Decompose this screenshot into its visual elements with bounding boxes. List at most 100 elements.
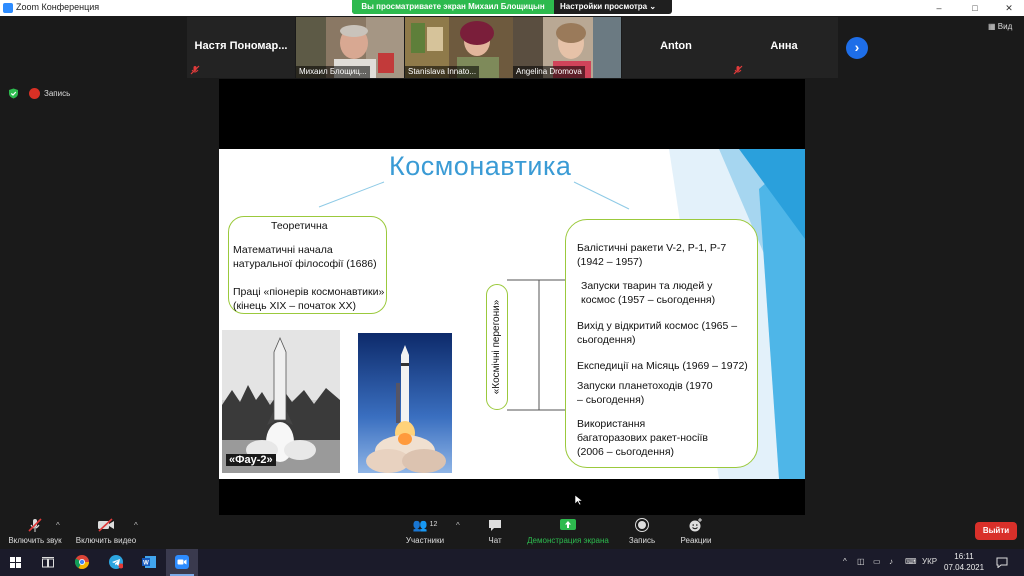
audio-options-caret[interactable]: ^ bbox=[56, 521, 60, 530]
notifications-icon[interactable] bbox=[996, 557, 1008, 568]
event-line: – сьогодення) bbox=[577, 394, 645, 406]
video-options-caret[interactable]: ^ bbox=[134, 521, 138, 530]
zoom-icon bbox=[175, 555, 189, 569]
falcon-rocket-photo bbox=[358, 333, 452, 473]
theory-line: (кінець XIX – початок XX) bbox=[233, 300, 356, 312]
participant-tile[interactable]: Anton bbox=[622, 17, 730, 78]
mic-off-icon bbox=[28, 518, 42, 532]
event-line: Вихід у відкритий космос (1965 – bbox=[577, 320, 738, 332]
v2-rocket-photo: «Фау-2» bbox=[222, 330, 340, 473]
leave-meeting-button[interactable]: Выйти bbox=[975, 522, 1017, 540]
view-button-label: Вид bbox=[997, 22, 1013, 31]
clock-time: 16:11 bbox=[954, 552, 974, 561]
volume-icon[interactable]: ♪ bbox=[889, 557, 893, 566]
word-icon: W bbox=[142, 556, 156, 568]
chevron-down-icon: ⌄ bbox=[649, 2, 657, 11]
theory-line: натуральної філософії (1686) bbox=[233, 258, 377, 270]
falcon-rocket-image bbox=[358, 333, 452, 473]
security-shield-icon[interactable] bbox=[8, 88, 19, 99]
tray-overflow-icon[interactable]: ^ bbox=[843, 557, 847, 566]
participants-button[interactable]: 👥 12 Участники bbox=[400, 515, 450, 545]
chrome-icon bbox=[75, 555, 89, 569]
mouse-cursor-icon bbox=[575, 495, 583, 505]
event-line: Балістичні ракети V-2, Р-1, Р-7 bbox=[577, 242, 727, 254]
event-line: Експедиції на Місяць (1969 – 1972) bbox=[577, 360, 748, 372]
start-video-button[interactable]: Включить видео bbox=[74, 515, 138, 545]
taskbar-zoom[interactable] bbox=[166, 549, 198, 576]
unmute-button[interactable]: Включить звук bbox=[4, 515, 66, 545]
video-off-icon bbox=[98, 518, 114, 532]
chat-button[interactable]: Чат bbox=[480, 515, 510, 545]
chat-icon bbox=[489, 520, 501, 531]
record-button[interactable]: Запись bbox=[624, 515, 660, 545]
participants-count: 12 bbox=[429, 521, 438, 528]
participant-name: Михаил Блощиц... bbox=[296, 66, 370, 78]
chat-label: Чат bbox=[488, 536, 502, 545]
zoom-app: Zoom Конференция Вы просматриваете экран… bbox=[0, 0, 1024, 576]
shared-screen: Космонавтика Теоретична Математичні нача… bbox=[219, 79, 805, 515]
recording-label: Запись bbox=[44, 89, 71, 98]
view-button[interactable]: ▦ Вид bbox=[988, 22, 1012, 31]
participant-tile[interactable]: Настя Пономар... bbox=[187, 17, 295, 78]
battery-icon[interactable]: ▭ bbox=[873, 557, 881, 566]
participants-options-caret[interactable]: ^ bbox=[456, 521, 460, 530]
participants-label: Участники bbox=[405, 536, 445, 545]
participant-name: Angelina Dromova bbox=[513, 66, 585, 78]
record-label: Запись bbox=[628, 536, 656, 545]
participant-tile[interactable]: Stanislava Innato... bbox=[405, 17, 513, 78]
keyboard-icon[interactable]: ⌨ bbox=[905, 557, 917, 566]
participant-name: Stanislava Innato... bbox=[405, 66, 480, 78]
taskbar-word[interactable]: W bbox=[133, 549, 165, 576]
input-language[interactable]: УКР bbox=[922, 557, 937, 566]
window-titlebar: Zoom Конференция Вы просматриваете экран… bbox=[0, 0, 1024, 16]
theory-header: Теоретична bbox=[271, 220, 328, 232]
record-icon bbox=[29, 88, 40, 99]
event-line: Використання bbox=[577, 418, 646, 430]
participant-tile[interactable]: Анна bbox=[730, 17, 838, 78]
participant-tile[interactable]: Михаил Блощиц... bbox=[296, 17, 404, 78]
reactions-button[interactable]: Реакции bbox=[676, 515, 716, 545]
taskbar-telegram[interactable] bbox=[100, 549, 132, 576]
space-race-label: «Космічні перегони» bbox=[491, 299, 502, 395]
unmute-label: Включить звук bbox=[8, 536, 62, 545]
window-title: Zoom Конференция bbox=[16, 2, 100, 12]
windows-taskbar: W ^ ◫ ▭ ♪ ⌨ УКР 16:11 07.04.2021 bbox=[0, 549, 1024, 576]
share-banner: Вы просматриваете экран Михаил Блощицын … bbox=[352, 0, 672, 14]
participant-name: Anton bbox=[660, 40, 692, 52]
next-participants-button[interactable]: › bbox=[846, 37, 868, 59]
start-video-label: Включить видео bbox=[75, 536, 137, 545]
mic-muted-icon bbox=[733, 65, 743, 75]
svg-text:W: W bbox=[143, 561, 149, 567]
event-line: (1942 – 1957) bbox=[577, 256, 643, 268]
reactions-icon bbox=[689, 518, 702, 532]
grid-icon: ▦ bbox=[988, 22, 996, 31]
minimize-button[interactable]: – bbox=[924, 0, 954, 16]
participant-tile[interactable]: Angelina Dromova bbox=[513, 17, 621, 78]
taskbar-clock[interactable]: 16:11 07.04.2021 bbox=[944, 551, 984, 573]
view-options-menu[interactable]: Настройки просмотра ⌄ bbox=[560, 0, 672, 14]
event-line: багаторазових ракет-носіїв bbox=[577, 432, 708, 444]
theory-line: Математичні начала bbox=[233, 244, 333, 256]
clock-date: 07.04.2021 bbox=[944, 563, 985, 572]
maximize-button[interactable]: □ bbox=[960, 0, 990, 16]
share-status-text: Вы просматриваете экран Михаил Блощицын bbox=[352, 0, 554, 14]
presentation-slide: Космонавтика Теоретична Математичні нача… bbox=[219, 149, 805, 479]
taskbar-chrome[interactable] bbox=[66, 549, 98, 576]
event-line: космос (1957 – сьогодення) bbox=[581, 294, 716, 306]
share-screen-icon bbox=[560, 519, 576, 530]
participant-name: Настя Пономар... bbox=[194, 40, 288, 52]
theory-line: Праці «піонерів космонавтики» bbox=[233, 286, 385, 298]
share-screen-label: Демонстрация экрана bbox=[527, 536, 609, 545]
windows-start-icon[interactable] bbox=[10, 557, 21, 568]
close-button[interactable]: ✕ bbox=[994, 0, 1024, 16]
telegram-icon bbox=[109, 555, 123, 569]
share-screen-button[interactable]: Демонстрация экрана bbox=[524, 515, 612, 545]
task-view-icon[interactable] bbox=[42, 557, 54, 568]
event-line: Запуски тварин та людей у bbox=[581, 280, 713, 292]
record-circle-icon bbox=[635, 518, 649, 532]
event-line: сьогодення) bbox=[577, 334, 636, 346]
mic-muted-icon bbox=[190, 65, 200, 75]
network-icon[interactable]: ◫ bbox=[857, 557, 865, 566]
zoom-logo-icon bbox=[3, 3, 13, 13]
event-line: Запуски планетоходів (1970 bbox=[577, 380, 713, 392]
